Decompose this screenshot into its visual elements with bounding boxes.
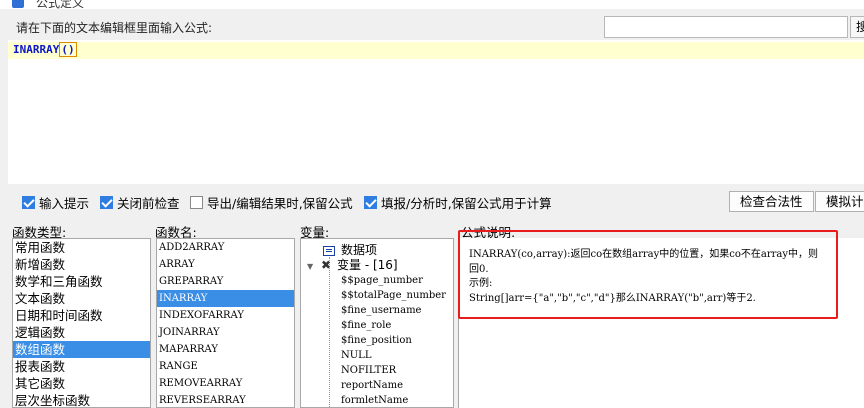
tree-leaf[interactable]: $$page_number bbox=[301, 273, 453, 288]
tree-node-data-items[interactable]: 数据项 bbox=[301, 243, 453, 258]
keep-formula-export-label: 导出/编辑结果时,保留公式 bbox=[207, 195, 353, 211]
tree-leaf[interactable]: $fine_position bbox=[301, 333, 453, 348]
list-item[interactable]: REMOVEARRAY bbox=[157, 375, 294, 392]
check-validity-button[interactable]: 检查合法性 bbox=[729, 191, 814, 212]
search-button[interactable]: 搜 bbox=[850, 16, 864, 38]
paren-pair: () bbox=[59, 42, 77, 57]
list-item[interactable]: ADD2ARRAY bbox=[157, 239, 294, 256]
tree-leaf[interactable]: reportName bbox=[301, 378, 453, 393]
list-item[interactable]: 文本函数 bbox=[13, 290, 150, 307]
list-item[interactable]: 层次坐标函数 bbox=[13, 392, 150, 407]
list-icon bbox=[323, 245, 335, 256]
list-item[interactable]: MAPARRAY bbox=[157, 341, 294, 358]
tree-leaf[interactable]: $fine_role bbox=[301, 318, 453, 333]
option-keep-formula-export[interactable]: 导出/编辑结果时,保留公式 bbox=[190, 193, 353, 211]
app-icon bbox=[12, 0, 24, 8]
formula-text: INARRAY() bbox=[13, 42, 77, 57]
list-item[interactable]: 常用函数 bbox=[13, 239, 150, 256]
keep-formula-fill-checkbox[interactable] bbox=[364, 195, 377, 209]
option-keep-formula-fill[interactable]: 填报/分析时,保留公式用于计算 bbox=[364, 193, 552, 211]
list-item[interactable]: 逻辑函数 bbox=[13, 324, 150, 341]
list-item[interactable]: 报表函数 bbox=[13, 358, 150, 375]
description-line: 示例: bbox=[469, 278, 493, 289]
simulate-button[interactable]: 模拟计算 bbox=[815, 191, 864, 212]
list-item[interactable]: 其它函数 bbox=[13, 375, 150, 392]
variable-icon: ✖ bbox=[321, 258, 332, 272]
tree-leaf[interactable]: NULL bbox=[301, 348, 453, 363]
tree-leaf[interactable]: $fine_username bbox=[301, 303, 453, 318]
description-panel: INARRAY(co,array):返回co在数组array中的位置，如果co不… bbox=[458, 238, 864, 408]
search-input[interactable] bbox=[604, 16, 848, 38]
title-bar: 公式定义 bbox=[0, 0, 864, 9]
list-item[interactable]: JOINARRAY bbox=[157, 324, 294, 341]
formula-editor[interactable]: INARRAY() bbox=[8, 40, 864, 184]
list-item[interactable]: RANGE bbox=[157, 358, 294, 375]
keep-formula-fill-label: 填报/分析时,保留公式用于计算 bbox=[381, 195, 552, 211]
list-item[interactable]: INARRAY bbox=[157, 290, 294, 307]
list-item[interactable]: INDEXOFARRAY bbox=[157, 307, 294, 324]
list-item[interactable]: 数学和三角函数 bbox=[13, 273, 150, 290]
description-line: INARRAY(co,array):返回co在数组array中的位置，如果co不… bbox=[469, 249, 819, 260]
current-line bbox=[8, 42, 864, 59]
description-text: INARRAY(co,array):返回co在数组array中的位置，如果co不… bbox=[469, 248, 818, 306]
tree-leaf[interactable]: NOFILTER bbox=[301, 363, 453, 378]
option-check-before-close[interactable]: 关闭前检查 bbox=[100, 193, 180, 211]
input-hint-checkbox[interactable] bbox=[22, 195, 35, 209]
list-item[interactable]: ARRAY bbox=[157, 256, 294, 273]
list-item[interactable]: 日期和时间函数 bbox=[13, 307, 150, 324]
editor-prompt: 请在下面的文本编辑框里面输入公式: bbox=[16, 21, 213, 35]
input-hint-label: 输入提示 bbox=[39, 195, 90, 211]
list-item[interactable]: GREPARRAY bbox=[157, 273, 294, 290]
list-item[interactable]: 数组函数 bbox=[13, 341, 150, 358]
description-line: 回0. bbox=[469, 263, 489, 275]
option-input-hint[interactable]: 输入提示 bbox=[22, 193, 89, 211]
list-item[interactable]: 新增函数 bbox=[13, 256, 150, 273]
tree-leaf[interactable]: formletName bbox=[301, 393, 453, 407]
variable-tree[interactable]: 数据项 ▼ ✖ 变量 - [16] $$page_number $$totalPag… bbox=[300, 238, 454, 408]
list-item[interactable]: REVERSEARRAY bbox=[157, 392, 294, 407]
check-before-close-checkbox[interactable] bbox=[100, 195, 113, 209]
function-name: INARRAY bbox=[13, 43, 60, 56]
description-line: String[]arr={"a","b","c","d"}那么INARRAY("… bbox=[469, 292, 756, 304]
function-list[interactable]: ADD2ARRAY ARRAY GREPARRAY INARRAY INDEXO… bbox=[156, 238, 295, 408]
window-title: 公式定义 bbox=[36, 0, 85, 9]
tree-node-variables[interactable]: ▼ ✖ 变量 - [16] bbox=[301, 258, 453, 273]
check-before-close-label: 关闭前检查 bbox=[117, 195, 180, 211]
tree-leaf[interactable]: $$totalPage_number bbox=[301, 288, 453, 303]
chevron-down-icon[interactable]: ▼ bbox=[307, 259, 317, 274]
category-list[interactable]: 常用函数 新增函数 数学和三角函数 文本函数 日期和时间函数 逻辑函数 数组函数… bbox=[12, 238, 151, 408]
keep-formula-export-checkbox[interactable] bbox=[190, 195, 203, 209]
